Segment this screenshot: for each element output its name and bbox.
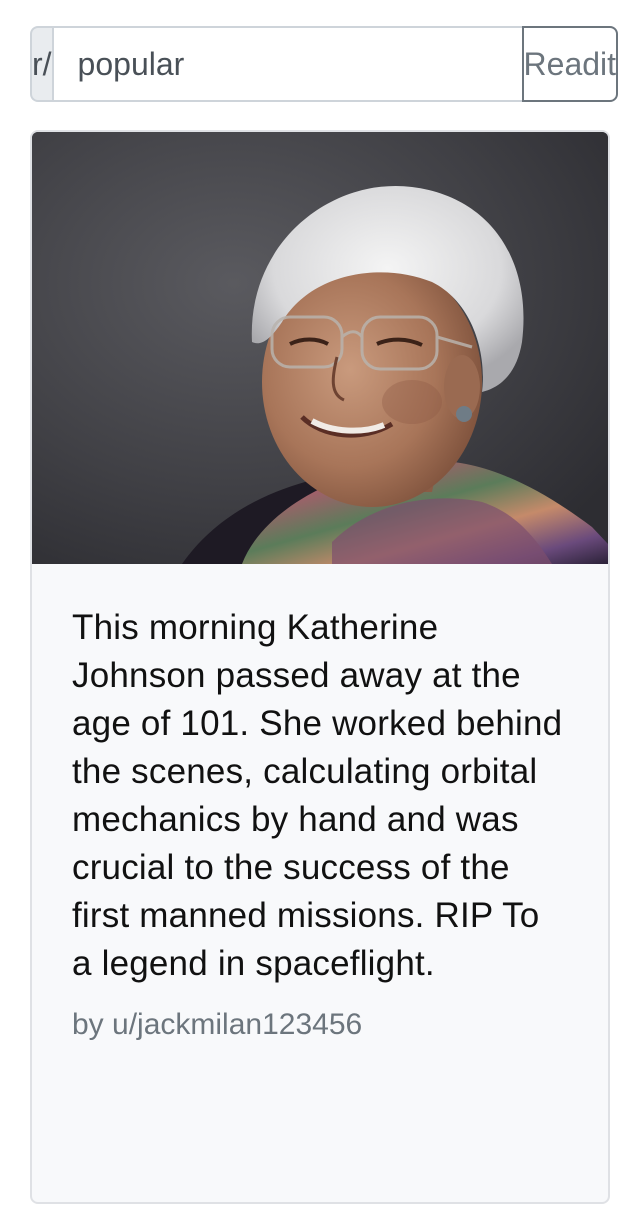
post-body: This morning Katherine Johnson passed aw…: [32, 564, 608, 1042]
post-author[interactable]: by u/jackmilan123456: [72, 1008, 568, 1042]
subreddit-search-form: r/ Readit: [30, 26, 619, 102]
portrait-photo-icon: [32, 132, 608, 564]
subreddit-prefix: r/: [30, 26, 52, 102]
readit-button[interactable]: Readit: [521, 26, 619, 102]
post-title[interactable]: This morning Katherine Johnson passed aw…: [72, 604, 568, 988]
post-card[interactable]: This morning Katherine Johnson passed aw…: [30, 130, 610, 1204]
subreddit-input[interactable]: [51, 26, 522, 102]
page: r/ Readit: [0, 0, 640, 1211]
post-image: [32, 132, 608, 564]
